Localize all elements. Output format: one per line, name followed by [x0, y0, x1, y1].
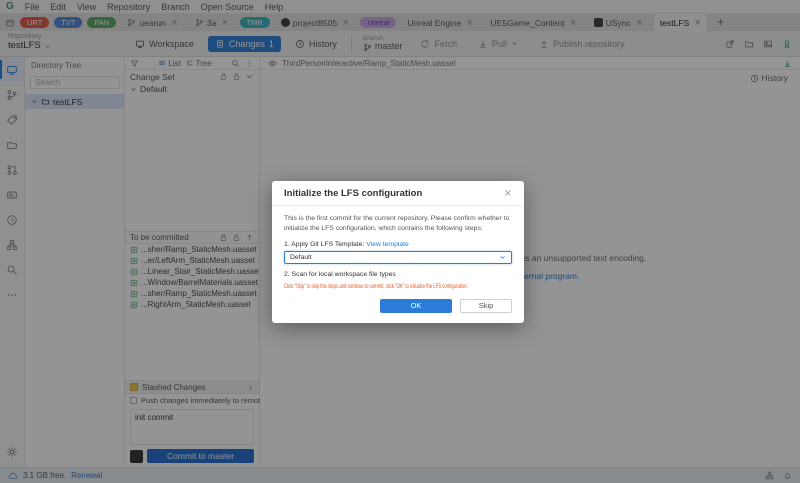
template-select[interactable]: Default — [284, 251, 512, 264]
skip-button[interactable]: Skip — [460, 299, 512, 313]
step1-label: 1. Apply Git LFS Template: — [284, 241, 364, 248]
view-template-link[interactable]: View template — [366, 241, 409, 248]
dialog-warning-text: Click "Skip" to skip this steps and cont… — [284, 283, 512, 290]
chevron-down-icon — [499, 254, 506, 261]
step2-label: 2. Scan for local workspace file types — [284, 271, 512, 278]
dialog-body-text: This is the first commit for the current… — [284, 214, 512, 234]
template-select-value: Default — [290, 254, 312, 261]
close-icon[interactable]: × — [504, 189, 512, 199]
lfs-init-dialog: Initialize the LFS configuration × This … — [272, 181, 524, 323]
ok-button[interactable]: OK — [380, 299, 452, 313]
dialog-title: Initialize the LFS configuration — [284, 188, 422, 199]
